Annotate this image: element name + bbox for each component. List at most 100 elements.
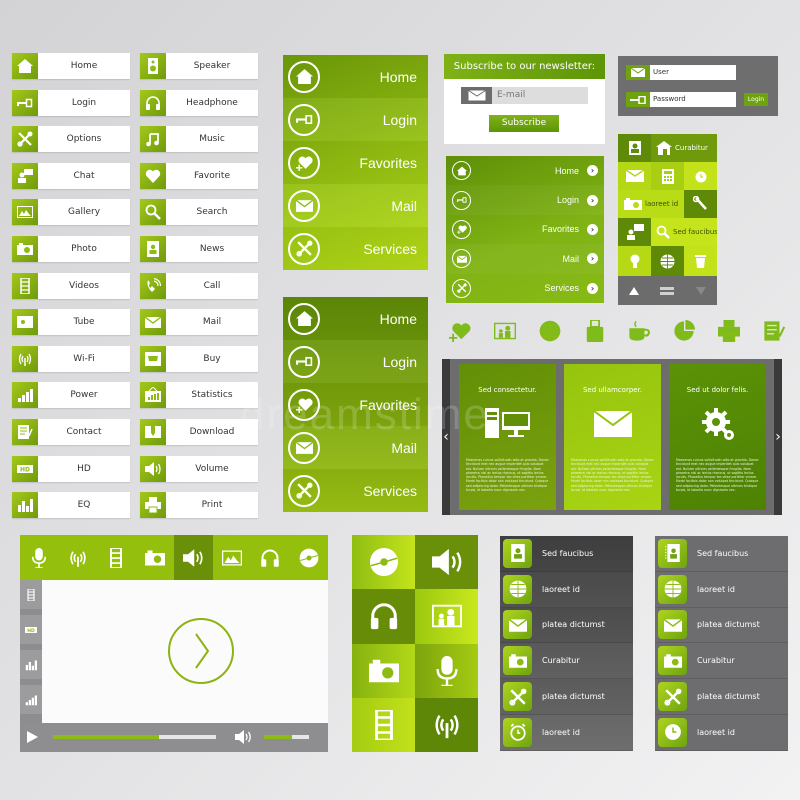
film-icon[interactable] [20, 580, 42, 609]
tile-contact[interactable] [618, 134, 651, 162]
nav-button-options[interactable]: Options [12, 126, 130, 153]
nav-button-gallery[interactable]: Gallery [12, 199, 130, 226]
list-item[interactable]: laoreet id [655, 715, 788, 751]
list-item[interactable]: Sed faucibus [500, 536, 633, 572]
media-tile-wifi[interactable] [415, 697, 478, 752]
nav-button-login[interactable]: Login [12, 89, 130, 116]
tile-recycle[interactable] [684, 246, 717, 276]
slider-prev-button[interactable]: ‹ [442, 359, 450, 515]
small-nav-item-home[interactable]: Home › [446, 156, 604, 185]
tile-calculator[interactable] [651, 162, 684, 190]
tile-mail[interactable] [618, 162, 651, 190]
nav-button-home[interactable]: Home [12, 53, 130, 79]
nav-button-print[interactable]: Print [140, 492, 258, 519]
media-tile-presentation[interactable] [415, 589, 478, 644]
small-nav-item-mail[interactable]: Mail › [446, 244, 604, 274]
globe-icon[interactable] [537, 318, 563, 344]
nav-button-speaker[interactable]: Speaker [140, 53, 258, 79]
list-item[interactable]: platea dictumst [500, 679, 633, 715]
list-item[interactable]: laoreet id [500, 715, 633, 751]
presentation-icon[interactable] [492, 318, 518, 344]
list-item[interactable]: laoreet id [655, 572, 788, 608]
nav-button-videos[interactable]: Videos [12, 272, 130, 299]
media-tile-film[interactable] [352, 697, 415, 752]
notepad-icon[interactable] [761, 318, 787, 344]
microphone-icon[interactable] [20, 535, 59, 580]
arrow-down-icon[interactable] [696, 286, 707, 295]
media-tile-microphone[interactable] [415, 643, 478, 698]
nav-button-wifi[interactable]: Wi-Fi [12, 345, 130, 372]
small-nav-item-services[interactable]: Services › [446, 274, 604, 303]
slider-next-button[interactable]: › [774, 359, 782, 515]
luggage-icon[interactable] [582, 318, 608, 344]
nav-item-home[interactable]: Home [283, 297, 428, 340]
login-button[interactable]: Login [744, 93, 768, 106]
list-item[interactable]: platea dictumst [500, 608, 633, 644]
heart-plus-icon[interactable] [447, 318, 473, 344]
list-item[interactable]: Curabitur [655, 643, 788, 680]
hd-icon[interactable]: HD [20, 615, 42, 644]
slider-card-1[interactable]: Sed consectetur. Maecenas cursus sollici… [459, 364, 556, 510]
nav-button-favorite[interactable]: Favorite [140, 162, 258, 189]
tile-curabitur[interactable]: Curabitur [651, 134, 717, 162]
nav-button-buy[interactable]: Buy [140, 345, 258, 372]
nav-button-photo[interactable]: Photo [12, 236, 130, 262]
list-item[interactable]: Curabitur [500, 643, 633, 680]
nav-item-login[interactable]: Login [283, 98, 428, 141]
nav-button-statistics[interactable]: Statistics [140, 382, 258, 409]
small-nav-item-login[interactable]: Login › [446, 185, 604, 215]
nav-item-login[interactable]: Login [283, 340, 428, 383]
media-tile-volume[interactable] [415, 535, 478, 590]
nav-button-search[interactable]: Search [140, 199, 258, 226]
film-icon[interactable] [97, 535, 136, 580]
media-tile-disc[interactable] [352, 535, 415, 590]
nav-button-power[interactable]: Power [12, 382, 130, 409]
volume-icon[interactable] [235, 730, 253, 744]
tile-laoreet[interactable]: laoreet id [618, 190, 684, 218]
nav-button-call[interactable]: Call [140, 272, 258, 299]
menu-lines-icon[interactable] [660, 286, 675, 295]
volume-slider[interactable] [264, 735, 309, 739]
slider-card-3[interactable]: Sed ut dolor felis. Maecenas cursus soll… [669, 364, 766, 510]
list-item[interactable]: platea dictumst [655, 608, 788, 644]
nav-button-mail[interactable]: Mail [140, 309, 258, 336]
headphone-icon[interactable] [251, 535, 290, 580]
nav-item-favorites[interactable]: Favorites [283, 141, 428, 184]
tile-globe[interactable] [651, 246, 684, 276]
nav-button-volume[interactable]: Volume [140, 455, 258, 482]
play-circle-button[interactable] [168, 618, 234, 684]
pie-chart-icon[interactable] [671, 318, 697, 344]
nav-button-eq[interactable]: EQ [12, 492, 130, 519]
media-tile-camera[interactable] [352, 643, 415, 698]
nav-button-tube[interactable]: Tube [12, 309, 130, 336]
nav-button-headphone[interactable]: Headphone [140, 89, 258, 116]
nav-item-mail[interactable]: Mail [283, 426, 428, 469]
list-item[interactable]: Sed faucibus [655, 536, 788, 572]
play-icon[interactable] [27, 731, 38, 743]
password-field[interactable]: Password [626, 92, 736, 107]
nav-item-home[interactable]: Home [283, 55, 428, 98]
disc-icon[interactable] [290, 535, 329, 580]
progress-slider[interactable] [53, 735, 216, 739]
nav-button-contact[interactable]: Contact [12, 419, 130, 445]
volume-icon[interactable] [174, 535, 213, 580]
user-field[interactable]: User [626, 65, 736, 80]
camera-icon[interactable] [136, 535, 175, 580]
list-item[interactable]: laoreet id [500, 572, 633, 608]
tile-idea[interactable] [618, 246, 651, 276]
gallery-icon[interactable] [213, 535, 252, 580]
nav-item-favorites[interactable]: Favorites [283, 383, 428, 426]
nav-item-services[interactable]: Services [283, 227, 428, 270]
arrow-up-icon[interactable] [628, 286, 639, 295]
printer-icon[interactable] [716, 318, 742, 344]
nav-item-services[interactable]: Services [283, 469, 428, 512]
wifi-icon[interactable] [59, 535, 98, 580]
nav-item-mail[interactable]: Mail [283, 184, 428, 227]
nav-button-chat[interactable]: Chat [12, 162, 130, 189]
small-nav-item-favorites[interactable]: Favorites › [446, 215, 604, 244]
nav-button-news[interactable]: News [140, 236, 258, 262]
tile-tools[interactable] [684, 190, 717, 218]
nav-button-download[interactable]: Download [140, 419, 258, 445]
media-tile-headphone[interactable] [352, 589, 415, 644]
equalizer-icon[interactable] [20, 650, 42, 679]
